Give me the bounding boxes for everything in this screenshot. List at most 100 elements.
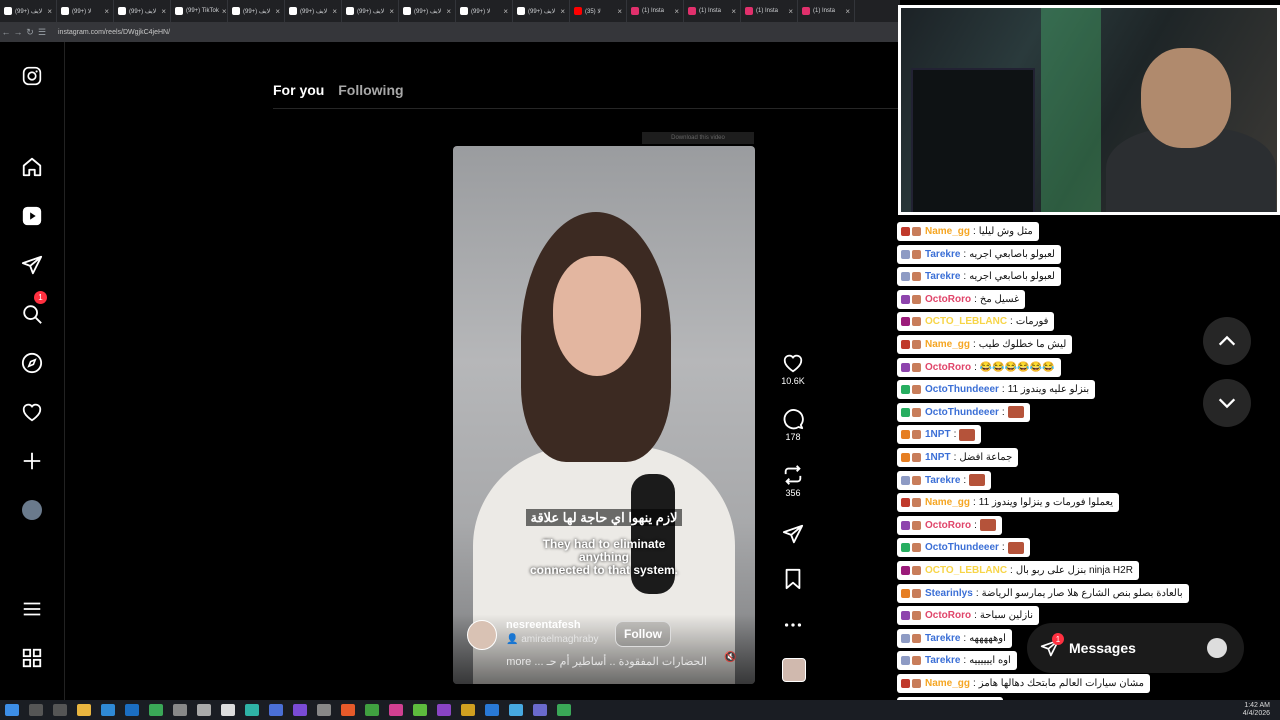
instagram-sidebar: 1: [0, 42, 65, 700]
windows-start-icon[interactable]: [5, 704, 19, 716]
reel-video[interactable]: لازم ينهوا اي حاجة لها علاقة They had to…: [453, 146, 755, 684]
browser-tab[interactable]: (99+) لايف ×: [513, 0, 570, 22]
share-action[interactable]: [778, 523, 808, 545]
search-icon[interactable]: [20, 302, 44, 326]
browser-tab[interactable]: (99+) لايف ×: [114, 0, 171, 22]
browser-tab[interactable]: (99+) لا ×: [456, 0, 513, 22]
more-options-action[interactable]: [778, 614, 808, 636]
browser-tab[interactable]: (99+) لا ×: [57, 0, 114, 22]
explore-compass-icon[interactable]: [20, 351, 44, 375]
home-icon[interactable]: [20, 155, 44, 179]
save-action[interactable]: [778, 568, 808, 590]
next-reel-button[interactable]: [1203, 379, 1251, 427]
tab-close-icon[interactable]: ×: [332, 7, 337, 16]
creator-avatar[interactable]: [467, 620, 497, 650]
tab-close-icon[interactable]: ×: [731, 7, 736, 16]
file-explorer-icon[interactable]: [77, 704, 91, 716]
tab-following[interactable]: Following: [338, 82, 403, 98]
forward-icon[interactable]: →: [12, 27, 24, 37]
download-video-bar[interactable]: Download this video: [642, 132, 754, 144]
tab-close-icon[interactable]: ×: [47, 7, 52, 16]
taskbar-search-icon[interactable]: [29, 704, 43, 716]
system-clock[interactable]: 1:42 AM 4/4/2026: [1243, 702, 1270, 718]
tab-close-icon[interactable]: ×: [674, 7, 679, 16]
chrome-icon[interactable]: [149, 704, 163, 716]
collaborator-username[interactable]: 👤 amiraelmaghraby: [506, 634, 599, 645]
chat-username: Name_gg: [925, 226, 971, 237]
url-text[interactable]: instagram.com/reels/DWgjkC4jeHN/: [58, 29, 170, 36]
browser-tab[interactable]: (99+) لايف ×: [399, 0, 456, 22]
menu-icon[interactable]: [20, 597, 44, 621]
tab-close-icon[interactable]: ×: [617, 7, 622, 16]
tiktok-favicon-icon: [61, 7, 69, 15]
audio-thumbnail[interactable]: [782, 658, 806, 682]
chat-message: OctoRoro:: [897, 515, 1002, 535]
tab-close-icon[interactable]: ×: [222, 7, 227, 16]
task-view-icon[interactable]: [53, 704, 67, 716]
tab-close-icon[interactable]: ×: [560, 7, 565, 16]
site-info-icon[interactable]: ☰: [36, 27, 48, 38]
chrome-icon[interactable]: [557, 704, 571, 716]
app-icon[interactable]: [461, 704, 475, 716]
tab-close-icon[interactable]: ×: [389, 7, 394, 16]
tab-close-icon[interactable]: ×: [845, 7, 850, 16]
reload-icon[interactable]: ↻: [24, 27, 36, 38]
tab-close-icon[interactable]: ×: [104, 7, 109, 16]
browser-tab[interactable]: (99+) لايف ×: [285, 0, 342, 22]
app-icon[interactable]: [389, 704, 403, 716]
premiere-icon[interactable]: [293, 704, 307, 716]
browser-tab[interactable]: (35) لا ×: [570, 0, 627, 22]
outlook-icon[interactable]: [125, 704, 139, 716]
volume-icon[interactable]: 🔇: [724, 652, 736, 663]
browser-tab[interactable]: (99+) لايف ×: [0, 0, 57, 22]
browser-tab-strip: (99+) لايف × (99+) لا × (99+) لايف × (99+) Tik…: [0, 0, 900, 22]
like-action[interactable]: 10.6K: [778, 352, 808, 386]
browser-tab-label: (99+) لا: [471, 8, 491, 15]
app-icon[interactable]: [245, 704, 259, 716]
app-icon[interactable]: [269, 704, 283, 716]
tab-close-icon[interactable]: ×: [503, 7, 508, 16]
profile-avatar[interactable]: [20, 498, 44, 522]
reels-icon[interactable]: [20, 204, 44, 228]
previous-reel-button[interactable]: [1203, 317, 1251, 365]
app-icon[interactable]: [365, 704, 379, 716]
comment-action[interactable]: 178: [778, 408, 808, 442]
edge-icon[interactable]: [101, 704, 115, 716]
tab-for-you[interactable]: For you: [273, 82, 324, 98]
browser-tab[interactable]: (99+) لايف ×: [228, 0, 285, 22]
direct-send-icon[interactable]: [20, 253, 44, 277]
plus-icon[interactable]: [20, 449, 44, 473]
tab-close-icon[interactable]: ×: [161, 7, 166, 16]
tab-close-icon[interactable]: ×: [788, 7, 793, 16]
browser-tab[interactable]: (1) Insta ×: [684, 0, 741, 22]
app-icon[interactable]: [221, 704, 235, 716]
instagram-logo-icon[interactable]: [20, 64, 44, 88]
browser-tab[interactable]: (99+) لايف ×: [342, 0, 399, 22]
heart-icon[interactable]: [20, 400, 44, 424]
app-icon[interactable]: [317, 704, 331, 716]
app-icon[interactable]: [437, 704, 451, 716]
back-icon[interactable]: ←: [0, 27, 12, 37]
app-icon[interactable]: [533, 704, 547, 716]
browser-tab[interactable]: (1) Insta ×: [798, 0, 855, 22]
app-icon[interactable]: [413, 704, 427, 716]
address-bar[interactable]: ← → ↻ ☰ instagram.com/reels/DWgjkC4jeHN/: [0, 22, 900, 42]
tab-close-icon[interactable]: ×: [446, 7, 451, 16]
browser-tab[interactable]: (1) Insta ×: [741, 0, 798, 22]
browser-tab[interactable]: (99+) TikTok ×: [171, 0, 228, 22]
more-apps-icon[interactable]: [20, 646, 44, 670]
app-icon[interactable]: [197, 704, 211, 716]
creator-username[interactable]: nesreentafesh: [506, 619, 581, 631]
app-icon[interactable]: [485, 704, 499, 716]
browser-tab[interactable]: (1) Insta ×: [627, 0, 684, 22]
app-icon[interactable]: [341, 704, 355, 716]
messages-bar[interactable]: 1 Messages: [1027, 623, 1244, 673]
reel-caption[interactable]: الحضارات المفقودة .. أساطير أم حـ ... mo…: [467, 655, 707, 668]
chevron-down-icon: [1218, 398, 1236, 409]
app-icon[interactable]: [509, 704, 523, 716]
tab-close-icon[interactable]: ×: [275, 7, 280, 16]
follow-button[interactable]: Follow: [615, 621, 671, 647]
app-icon[interactable]: [173, 704, 187, 716]
repost-action[interactable]: 356: [778, 464, 808, 498]
chat-badge-icon: [901, 679, 910, 688]
